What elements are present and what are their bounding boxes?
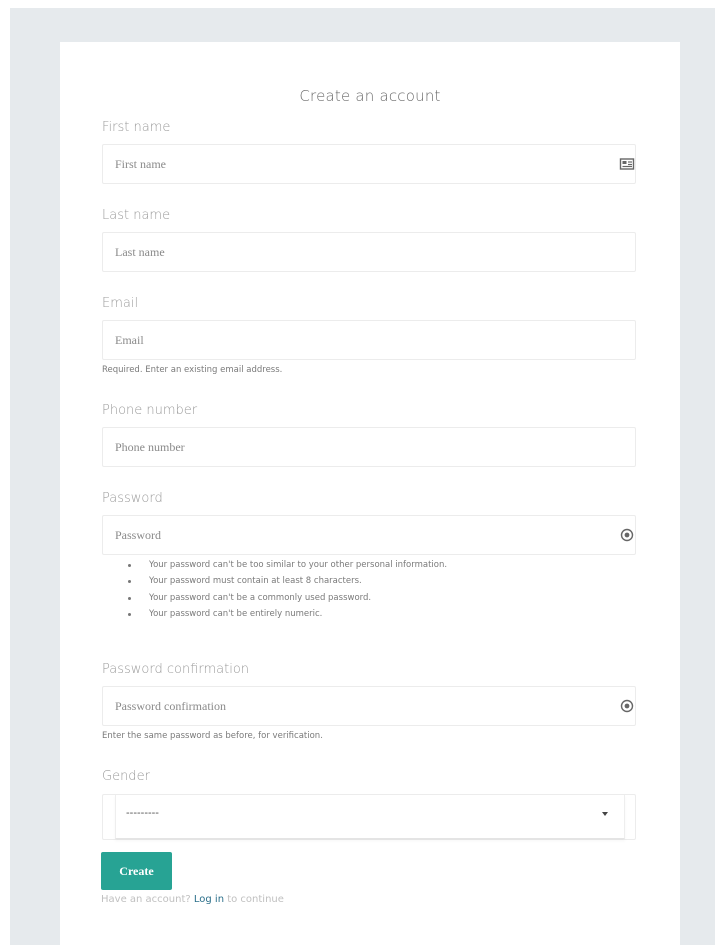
last-name-label: Last name	[102, 208, 171, 223]
email-input[interactable]	[103, 321, 635, 359]
password-rule: Your password must contain at least 8 ch…	[128, 573, 447, 589]
eye-icon[interactable]	[619, 527, 635, 543]
first-name-input[interactable]	[103, 145, 635, 183]
phone-input[interactable]	[103, 428, 635, 466]
password-confirmation-input[interactable]	[103, 687, 635, 725]
id-card-icon[interactable]	[619, 156, 635, 172]
gender-label: Gender	[102, 769, 150, 784]
form-title: Create an account	[299, 87, 441, 105]
first-name-label: First name	[102, 120, 171, 135]
password-label: Password	[102, 491, 163, 506]
password-confirmation-help-text: Enter the same password as before, for v…	[102, 731, 323, 741]
password-confirmation-field-wrapper	[102, 686, 636, 726]
phone-field-wrapper	[102, 427, 636, 467]
last-name-field-wrapper	[102, 232, 636, 272]
password-field-wrapper	[102, 515, 636, 555]
signup-card: Create an account First name Last name E…	[60, 42, 680, 945]
password-rule: Your password can't be too similar to yo…	[128, 557, 447, 573]
email-label: Email	[102, 296, 139, 311]
login-prompt: Have an account? Log in to continue	[101, 894, 284, 905]
login-prompt-text: Have an account?	[101, 894, 191, 905]
eye-icon[interactable]	[619, 698, 635, 714]
password-input[interactable]	[103, 516, 635, 554]
login-prompt-suffix: to continue	[227, 894, 284, 905]
email-field-wrapper	[102, 320, 636, 360]
gender-select[interactable]: ---------	[115, 795, 625, 839]
phone-label: Phone number	[102, 403, 198, 418]
gender-selected-value: ---------	[126, 807, 159, 819]
password-confirmation-label: Password confirmation	[102, 662, 250, 677]
gender-select-wrapper: ---------	[102, 794, 636, 840]
last-name-input[interactable]	[103, 233, 635, 271]
password-rule: Your password can't be a commonly used p…	[128, 590, 447, 606]
password-rule: Your password can't be entirely numeric.	[128, 606, 447, 622]
email-help-text: Required. Enter an existing email addres…	[102, 365, 283, 375]
password-rules-list: Your password can't be too similar to yo…	[128, 557, 447, 622]
caret-down-icon	[602, 812, 608, 816]
first-name-field-wrapper	[102, 144, 636, 184]
create-button[interactable]: Create	[101, 852, 172, 890]
login-link[interactable]: Log in	[194, 894, 224, 905]
